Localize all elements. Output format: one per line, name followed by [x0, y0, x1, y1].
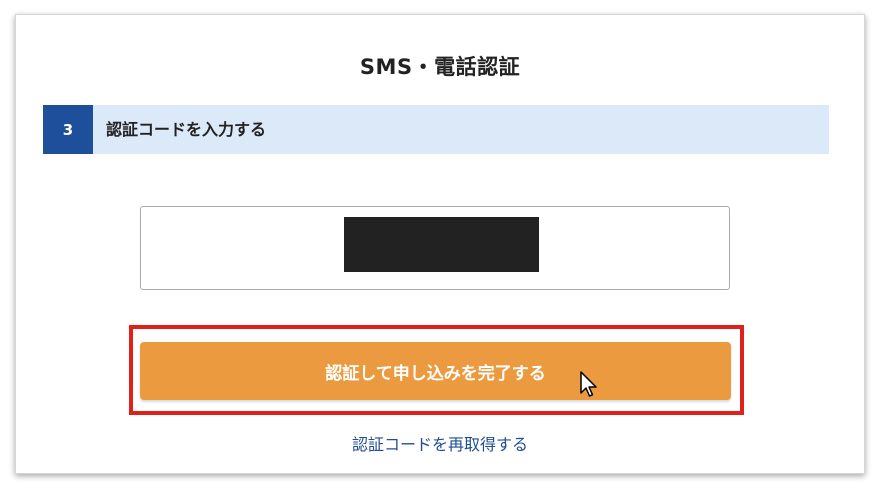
step-header: 3 認証コードを入力する	[43, 105, 829, 154]
resend-code-link[interactable]: 認証コードを再取得する	[16, 431, 864, 455]
arrow-cursor-icon	[580, 371, 597, 397]
page-title: SMS・電話認証	[359, 55, 521, 79]
verification-code-input[interactable]	[140, 206, 730, 290]
complete-application-button[interactable]: 認証して申し込みを完了する	[140, 342, 731, 400]
redacted-code-value	[344, 217, 539, 272]
auth-card: SMS・電話認証 3 認証コードを入力する 認証して申し込みを完了する 認証コー…	[15, 14, 865, 474]
step-label: 認証コードを入力する	[106, 120, 267, 139]
step-number-badge: 3	[43, 105, 93, 154]
